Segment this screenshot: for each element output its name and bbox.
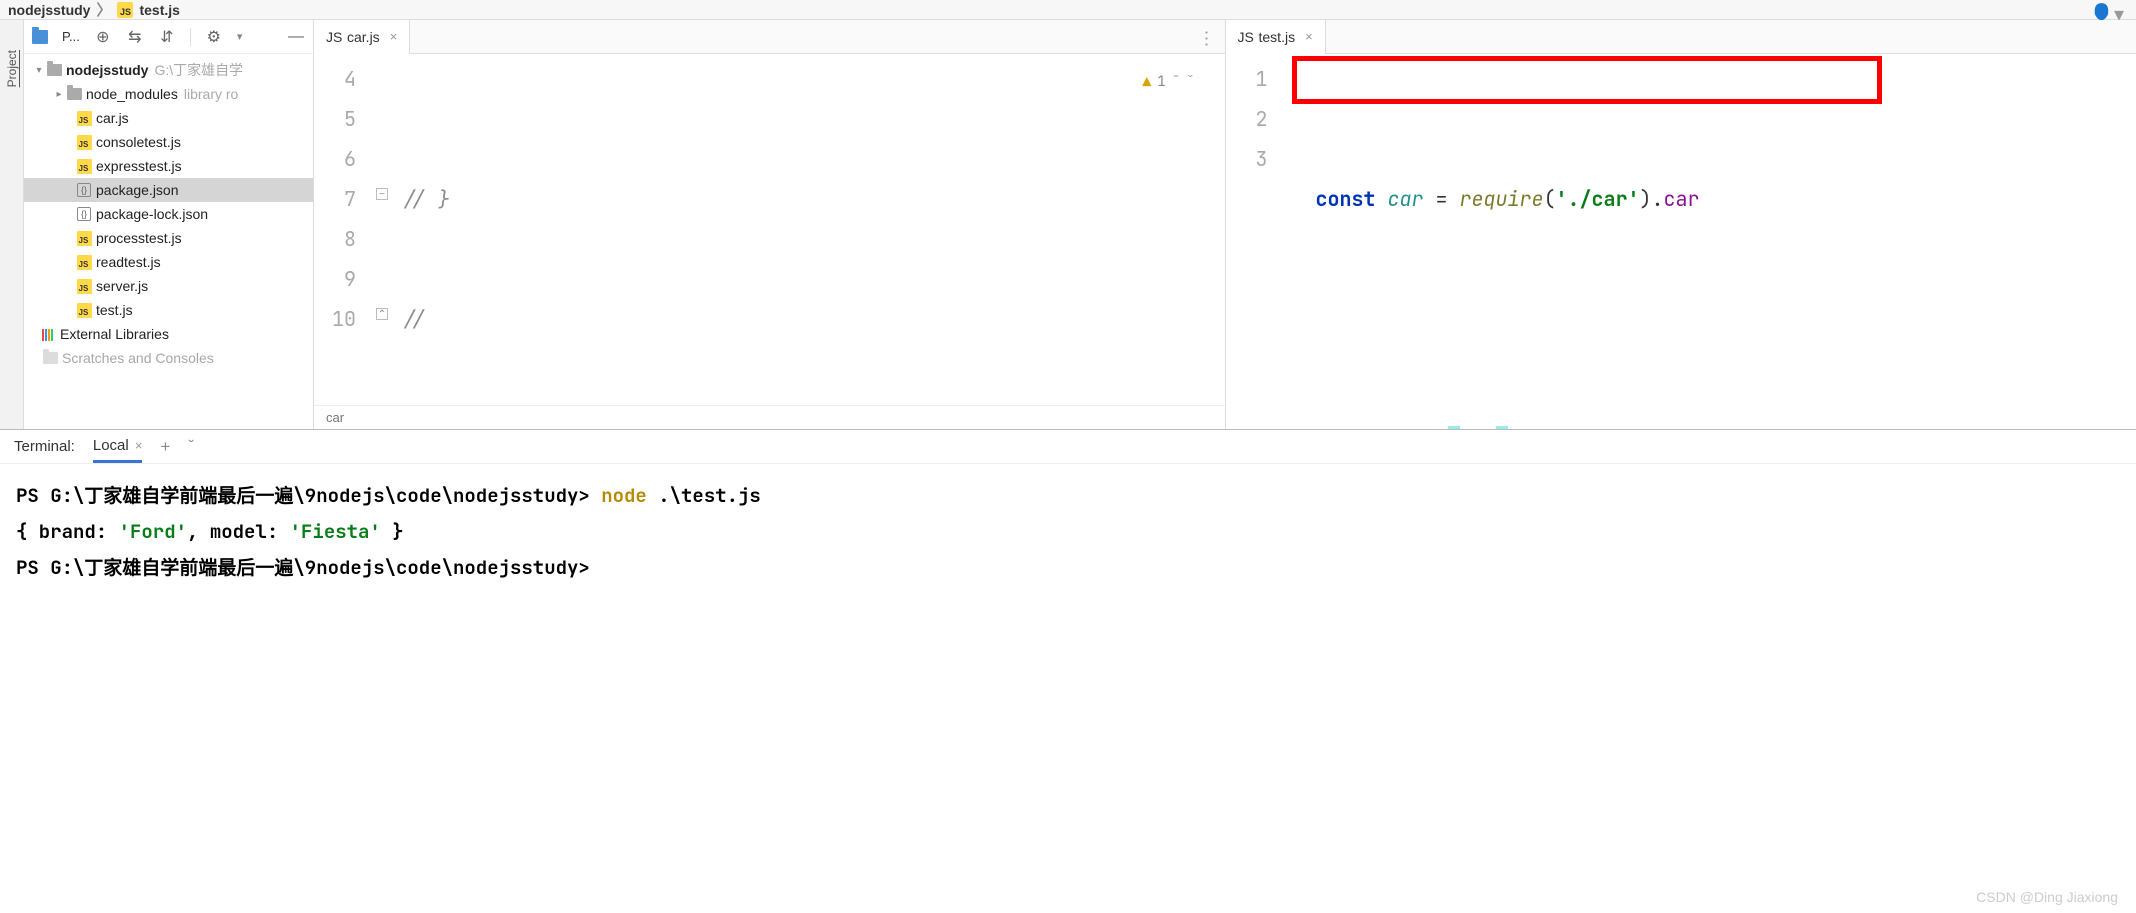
tree-root-hint: G:\丁家雄自学 [154,60,243,80]
js-file-icon: JS [326,29,341,44]
folder-icon [47,64,62,76]
breadcrumb-bottom-left[interactable]: car [314,405,1225,429]
terminal-body[interactable]: PS G:\丁家雄自学前端最后一遍\9nodejs\code\nodejsstu… [0,464,2136,600]
hide-icon[interactable]: — [287,28,305,46]
folder-icon [67,88,82,100]
terminal-dropdown-icon[interactable]: ˇ [188,437,194,457]
new-terminal-icon[interactable]: + [160,437,170,457]
js-file-icon: JS [77,159,92,174]
gutter-right: 123 [1226,54,1286,429]
tree-scratches[interactable]: Scratches and Consoles [24,346,313,370]
tree-file[interactable]: JSserver.js [24,274,313,298]
tab-bar-right: JS test.js × [1226,20,2136,54]
tab-test-js[interactable]: JS test.js × [1226,20,1326,54]
tab-overflow-icon[interactable]: ⋯ [1195,30,1216,48]
gutter-left: 45678910 [314,54,374,405]
chevron-down-icon[interactable]: ˇ [1186,62,1194,102]
tab-label: test.js [1259,29,1296,45]
js-file-icon: JS [117,2,133,18]
tab-label: car.js [347,29,380,45]
terminal-tab[interactable]: Local × [93,437,143,463]
terminal-line: PS G:\丁家雄自学前端最后一遍\9nodejs\code\nodejsstu… [16,478,2120,514]
warning-icon: ▲ [1142,62,1151,102]
tab-bar-left: JS car.js × ⋯ [314,20,1225,54]
inspection-badge[interactable]: ▲ 1 ˆ ˇ [1142,62,1194,102]
code-area-left[interactable]: 45678910 − ⌃ // } // // exports.car = ca… [314,54,1225,405]
chevron-down-icon[interactable]: ▾ [32,65,46,76]
chevron-up-icon[interactable]: ˆ [1172,62,1180,102]
close-icon[interactable]: × [135,438,143,453]
tree-hint: library ro [184,86,238,102]
tree-external-libs[interactable]: External Libraries [24,322,313,346]
editor-right: JS test.js × 123 const car = require('./… [1226,20,2136,429]
project-stripe-label[interactable]: Project [5,50,19,87]
highlight-box [1292,56,1882,104]
tree-root-label: nodejsstudy [66,62,148,78]
breadcrumb-file[interactable]: test.js [139,2,179,18]
breadcrumb: nodejsstudy 〉 JS test.js [8,0,180,20]
library-icon [42,328,56,340]
code-right[interactable]: const car = require('./car').car console… [1286,54,2136,429]
tree-file[interactable]: {}package-lock.json [24,202,313,226]
fold-start-icon[interactable]: − [376,188,388,200]
tree-file[interactable]: JSprocesstest.js [24,226,313,250]
terminal-panel: Terminal: Local × + ˇ PS G:\丁家雄自学前端最后一遍\… [0,429,2136,600]
project-sidebar: P... ⊕ ⇆ ⇵ ⚙ ▾ — ▾ nodejsstudy G:\丁家雄自学 … [24,20,314,429]
terminal-title: Terminal: [14,438,75,455]
terminal-output: { brand: 'Ford', model: 'Fiesta' } [16,514,2120,550]
watermark: CSDN @Ding Jiaxiong [1976,889,2118,905]
tree-label: node_modules [86,86,178,102]
project-icon [32,30,48,44]
js-file-icon: JS [77,135,92,150]
folder-icon [43,352,58,364]
chevron-right-icon[interactable]: ▸ [52,89,66,100]
terminal-header: Terminal: Local × + ˇ [0,430,2136,464]
breadcrumb-separator-icon: 〉 [96,0,111,20]
code-area-right[interactable]: 123 const car = require('./car').car con… [1226,54,2136,429]
json-file-icon: {} [77,207,91,221]
tab-car-js[interactable]: JS car.js × [314,20,410,54]
expand-all-icon[interactable]: ⇆ [126,28,144,46]
sidebar-toolbar: P... ⊕ ⇆ ⇵ ⚙ ▾ — [24,20,313,54]
tree-node-modules[interactable]: ▸ node_modules library ro [24,82,313,106]
warning-count: 1 [1157,62,1165,102]
close-icon[interactable]: × [390,29,398,44]
editor-left: JS car.js × ⋯ 45678910 − ⌃ // } // // ex… [314,20,1226,429]
fold-column: − ⌃ [374,54,392,405]
fold-end-icon[interactable]: ⌃ [376,308,388,320]
tree-root[interactable]: ▾ nodejsstudy G:\丁家雄自学 [24,58,313,82]
js-file-icon: JS [1238,29,1253,44]
tree-file[interactable]: JSconsoletest.js [24,130,313,154]
main-area: Project P... ⊕ ⇆ ⇵ ⚙ ▾ — ▾ nodejsstudy G… [0,20,2136,429]
settings-gear-icon[interactable]: ⚙ [205,28,223,46]
json-file-icon: {} [77,183,91,197]
js-file-icon: JS [77,279,92,294]
code-left[interactable]: // } // // exports.car = car exports.car… [392,54,1225,405]
project-tree[interactable]: ▾ nodejsstudy G:\丁家雄自学 ▸ node_modules li… [24,54,313,429]
js-file-icon: JS [77,111,92,126]
tree-file[interactable]: JStest.js [24,298,313,322]
breadcrumb-bar: nodejsstudy 〉 JS test.js 👤▾ [0,0,2136,20]
tree-file[interactable]: JScar.js [24,106,313,130]
sidebar-title[interactable]: P... [62,29,80,44]
close-icon[interactable]: × [1305,29,1313,44]
locate-icon[interactable]: ⊕ [94,28,112,46]
toolbar-separator [190,28,191,46]
js-file-icon: JS [77,255,92,270]
collapse-all-icon[interactable]: ⇵ [158,28,176,46]
terminal-prompt: PS G:\丁家雄自学前端最后一遍\9nodejs\code\nodejsstu… [16,550,2120,586]
editor-split: JS car.js × ⋯ 45678910 − ⌃ // } // // ex… [314,20,2136,429]
tree-file-selected[interactable]: {}package.json [24,178,313,202]
js-file-icon: JS [77,303,92,318]
breadcrumb-root[interactable]: nodejsstudy [8,2,90,18]
tree-file[interactable]: JSexpresstest.js [24,154,313,178]
project-tool-window-stripe[interactable]: Project [0,20,24,429]
js-file-icon: JS [77,231,92,246]
tree-file[interactable]: JSreadtest.js [24,250,313,274]
dropdown-caret-icon[interactable]: ▾ [237,30,243,43]
